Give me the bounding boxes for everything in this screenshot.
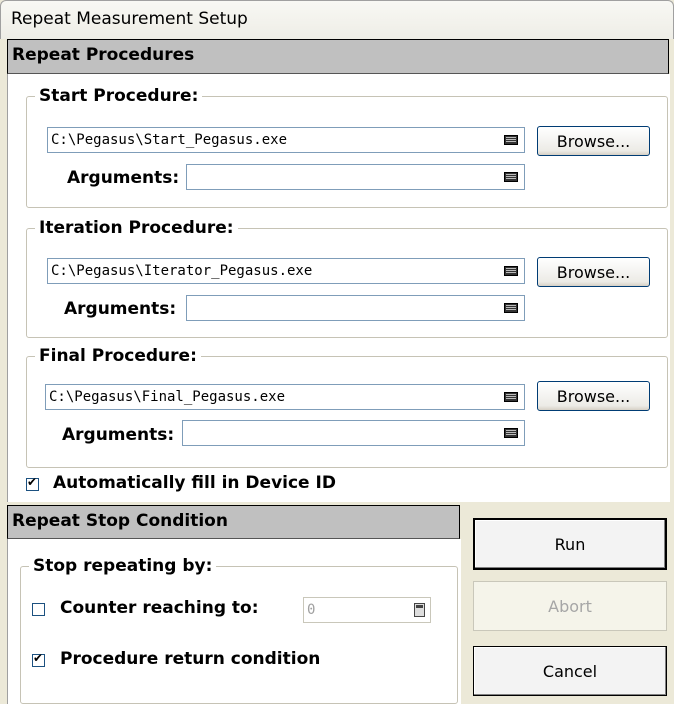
- start-procedure-legend: Start Procedure:: [39, 86, 199, 106]
- final-arguments-input[interactable]: [186, 423, 495, 443]
- final-procedure-path-field[interactable]: [45, 384, 525, 410]
- procedure-return-checkbox[interactable]: [32, 651, 45, 667]
- stop-repeating-group: Stop repeating by:: [20, 556, 458, 704]
- window-title: Repeat Measurement Setup: [11, 9, 248, 29]
- keyboard-icon[interactable]: [504, 172, 518, 182]
- final-procedure-browse-button[interactable]: Browse...: [537, 381, 650, 411]
- calculator-icon[interactable]: [414, 603, 425, 617]
- final-procedure-legend: Final Procedure:: [39, 346, 197, 366]
- iteration-procedure-path-field[interactable]: [47, 258, 525, 284]
- start-procedure-path-input[interactable]: [51, 130, 495, 150]
- procedure-return-label[interactable]: Procedure return condition: [60, 649, 320, 669]
- start-arguments-input[interactable]: [190, 167, 495, 187]
- iteration-procedure-path-input[interactable]: [51, 261, 495, 281]
- iteration-arguments-input[interactable]: [190, 298, 495, 318]
- repeat-stop-condition-header: Repeat Stop Condition: [7, 505, 460, 539]
- counter-value-field[interactable]: [303, 597, 431, 623]
- stop-repeating-legend: Stop repeating by:: [33, 556, 213, 576]
- start-arguments-field[interactable]: [186, 164, 525, 190]
- auto-fill-device-id-checkbox[interactable]: [26, 475, 39, 491]
- start-procedure-browse-button[interactable]: Browse...: [537, 126, 650, 156]
- keyboard-icon[interactable]: [504, 135, 518, 145]
- final-arguments-label: Arguments:: [62, 425, 175, 445]
- iteration-procedure-legend: Iteration Procedure:: [39, 218, 234, 238]
- start-arguments-label: Arguments:: [67, 168, 180, 188]
- keyboard-icon[interactable]: [504, 266, 518, 276]
- repeat-procedures-header: Repeat Procedures: [7, 39, 669, 74]
- run-button[interactable]: Run: [473, 518, 667, 570]
- keyboard-icon[interactable]: [504, 428, 518, 438]
- iteration-arguments-label: Arguments:: [64, 299, 177, 319]
- cancel-button[interactable]: Cancel: [473, 646, 667, 696]
- iteration-procedure-browse-button[interactable]: Browse...: [537, 257, 650, 287]
- counter-value-input[interactable]: [307, 600, 401, 620]
- keyboard-icon[interactable]: [504, 303, 518, 313]
- auto-fill-device-id-label[interactable]: Automatically fill in Device ID: [53, 473, 336, 493]
- iteration-arguments-field[interactable]: [186, 295, 525, 321]
- start-procedure-path-field[interactable]: [47, 127, 525, 153]
- title-bar: Repeat Measurement Setup: [0, 0, 674, 39]
- repeat-procedures-header-label: Repeat Procedures: [12, 45, 195, 65]
- abort-button[interactable]: Abort: [473, 581, 667, 631]
- keyboard-icon[interactable]: [504, 392, 518, 402]
- repeat-stop-condition-header-label: Repeat Stop Condition: [12, 511, 228, 531]
- final-arguments-field[interactable]: [182, 420, 525, 446]
- final-procedure-path-input[interactable]: [49, 387, 495, 407]
- counter-label[interactable]: Counter reaching to:: [60, 598, 259, 618]
- counter-checkbox[interactable]: [32, 603, 45, 616]
